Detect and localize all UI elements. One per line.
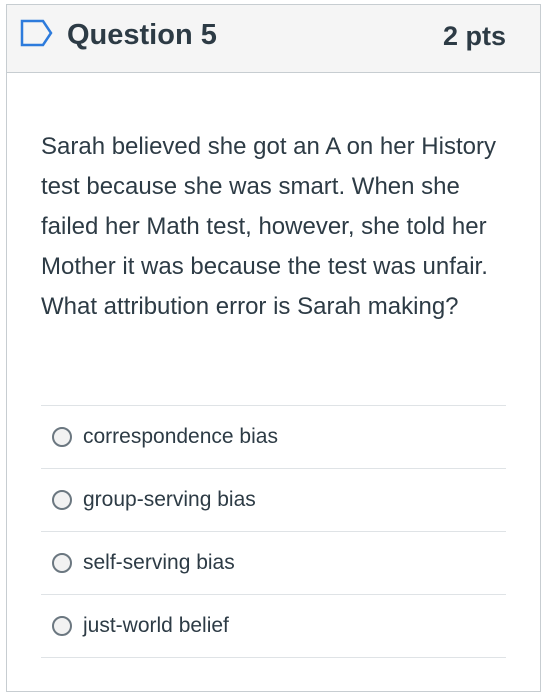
radio-button[interactable] — [52, 427, 72, 447]
answer-option[interactable]: group-serving bias — [41, 469, 506, 532]
radio-button[interactable] — [52, 616, 72, 636]
answer-label: just-world belief — [83, 614, 229, 637]
answer-label: self-serving bias — [83, 551, 235, 574]
flag-outline-icon[interactable] — [19, 18, 55, 48]
question-header: Question 5 2 pts — [7, 5, 540, 73]
answer-label: correspondence bias — [83, 425, 278, 448]
answer-option[interactable]: just-world belief — [41, 595, 506, 658]
answer-label: group-serving bias — [83, 488, 256, 511]
question-text: Sarah believed she got an A on her Histo… — [41, 133, 496, 320]
answer-option[interactable]: correspondence bias — [41, 406, 506, 469]
question-card: Question 5 2 pts Sarah believed she got … — [6, 4, 541, 692]
question-points: 2 pts — [442, 21, 506, 51]
radio-button[interactable] — [52, 553, 72, 573]
radio-button[interactable] — [52, 490, 72, 510]
question-title: Question 5 — [67, 19, 217, 51]
answer-list: correspondence bias group-serving bias s… — [41, 405, 506, 658]
answer-option[interactable]: self-serving bias — [41, 532, 506, 595]
